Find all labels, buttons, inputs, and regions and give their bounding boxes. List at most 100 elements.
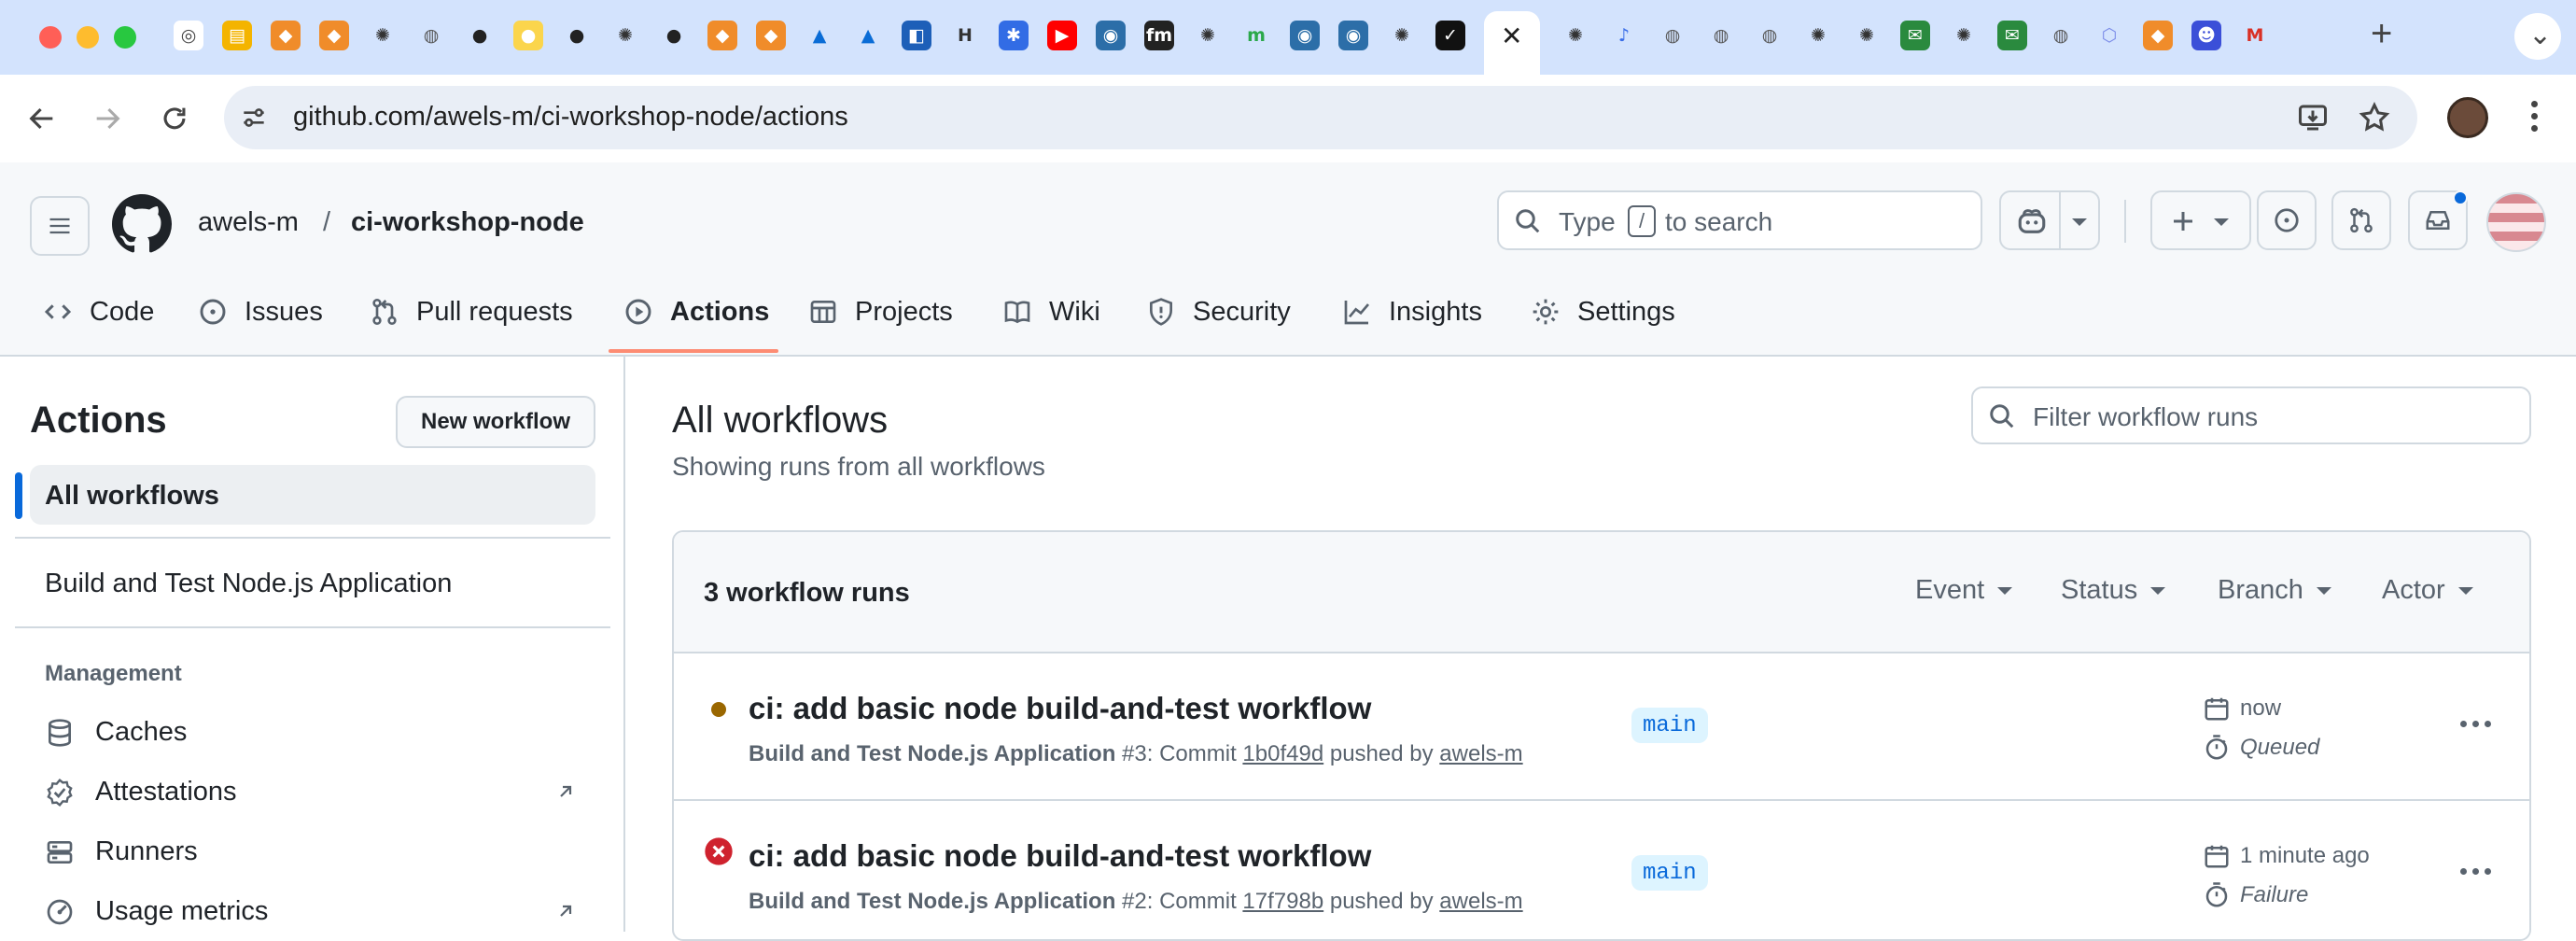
tab-favicon-box-icon[interactable]: ◆ (319, 21, 349, 50)
repo-owner-link[interactable]: awels-m (198, 207, 299, 238)
tab-wiki[interactable]: Wiki (1002, 284, 1100, 340)
tab-pull-requests[interactable]: Pull requests (370, 284, 573, 340)
tab-issues[interactable]: Issues (198, 284, 323, 340)
sidebar-item-all-workflows[interactable]: All workflows (30, 465, 595, 525)
actor-link[interactable]: awels-m (1439, 889, 1522, 914)
tab-favicon-azure-icon[interactable]: ▲ (853, 21, 883, 50)
tab-favicon-chrome-icon[interactable]: ◎ (174, 21, 203, 50)
run-title-link[interactable]: ci: add basic node build-and-test workfl… (749, 838, 1371, 874)
commit-link[interactable]: 1b0f49d (1242, 741, 1323, 766)
tab-close-icon[interactable]: ✕ (1501, 21, 1522, 51)
sidebar-item-workflow[interactable]: Build and Test Node.js Application (45, 569, 452, 599)
github-logo-icon[interactable] (112, 194, 172, 254)
reload-icon[interactable] (159, 103, 190, 134)
chevron-down-icon[interactable] (2072, 218, 2087, 226)
search-input[interactable]: Type / to search (1497, 190, 1982, 250)
tab-favicon-globe-icon[interactable]: ◍ (1755, 21, 1785, 50)
branch-badge[interactable]: main (1631, 708, 1708, 743)
tab-settings[interactable]: Settings (1531, 284, 1675, 340)
tab-favicon-vscode-icon[interactable]: ◧ (902, 21, 931, 50)
inbox-button[interactable] (2408, 190, 2468, 250)
close-window-button[interactable] (39, 26, 62, 49)
tab-favicon-gmail-icon[interactable]: M (2240, 21, 2270, 50)
tab-favicon-sheets-icon[interactable]: ▤ (222, 21, 252, 50)
tab-favicon-openai-icon[interactable]: ✺ (368, 21, 398, 50)
tab-favicon-globe-icon[interactable]: ◍ (1706, 21, 1736, 50)
commit-link[interactable]: 17f798b (1242, 889, 1323, 914)
filter-event-dropdown[interactable]: Event (1915, 575, 2013, 606)
tab-favicon-dot-app-icon[interactable]: ♪ (1609, 21, 1639, 50)
new-workflow-button[interactable]: New workflow (396, 396, 595, 448)
branch-badge[interactable]: main (1631, 855, 1708, 891)
copilot-button[interactable] (1999, 190, 2100, 250)
pull-requests-button[interactable] (2331, 190, 2391, 250)
tab-favicon-box-icon[interactable]: ◆ (707, 21, 737, 50)
tab-favicon-youtube-icon[interactable]: ▶ (1047, 21, 1077, 50)
sidebar-item-caches[interactable]: Caches (45, 717, 187, 748)
sidebar-item-attestations[interactable]: Attestations (45, 777, 237, 808)
tab-search-button[interactable]: ⌄ (2514, 13, 2561, 60)
run-options-kebab-icon[interactable] (2460, 868, 2491, 875)
tab-favicon-github-icon[interactable]: ● (562, 21, 592, 50)
run-title-link[interactable]: ci: add basic node build-and-test workfl… (749, 691, 1371, 726)
forward-icon[interactable] (91, 103, 123, 134)
tab-favicon-box-icon[interactable]: ◆ (2143, 21, 2173, 50)
tab-favicon-kubernetes-icon[interactable]: ✱ (999, 21, 1029, 50)
actor-link[interactable]: awels-m (1439, 741, 1522, 766)
tab-favicon-fm-icon[interactable]: fm (1144, 21, 1174, 50)
new-tab-button[interactable]: + (2371, 13, 2392, 55)
tab-favicon-openai-icon[interactable]: ✺ (1949, 21, 1979, 50)
tab-favicon-mail-sheet-icon[interactable]: ✉ (1997, 21, 2027, 50)
tab-security[interactable]: Security (1146, 284, 1291, 340)
tab-projects[interactable]: Projects (808, 284, 953, 340)
filter-actor-dropdown[interactable]: Actor (2382, 575, 2473, 606)
tab-favicon-bulb-icon[interactable]: ● (513, 21, 543, 50)
tab-favicon-openai-icon[interactable]: ✺ (1803, 21, 1833, 50)
maximize-window-button[interactable] (114, 26, 136, 49)
issues-button[interactable] (2257, 190, 2317, 250)
tab-favicon-openai-icon[interactable]: ✺ (1193, 21, 1223, 50)
tab-favicon-openai-icon[interactable]: ✺ (1561, 21, 1590, 50)
bookmark-star-icon[interactable] (2358, 101, 2391, 134)
profile-avatar[interactable] (2447, 97, 2488, 138)
browser-menu-icon[interactable] (2531, 101, 2538, 132)
tab-code[interactable]: Code (43, 284, 154, 340)
sidebar-item-runners[interactable]: Runners (45, 836, 198, 867)
tab-favicon-cube-icon[interactable]: ⬡ (2094, 21, 2124, 50)
create-new-button[interactable] (2150, 190, 2251, 250)
tab-favicon-person-icon[interactable]: ☻ (2191, 21, 2221, 50)
tab-favicon-box-icon[interactable]: ◆ (271, 21, 301, 50)
tab-favicon-openai-icon[interactable]: ✺ (1387, 21, 1417, 50)
user-avatar[interactable] (2486, 192, 2546, 252)
filter-status-dropdown[interactable]: Status (2061, 575, 2166, 606)
tab-favicon-mail-sheet-icon[interactable]: ✉ (1900, 21, 1930, 50)
tab-favicon-azure-icon[interactable]: ▲ (805, 21, 834, 50)
tab-favicon-docker-icon[interactable]: ◉ (1096, 21, 1126, 50)
site-settings-icon[interactable] (239, 103, 269, 133)
filter-workflow-runs-input[interactable]: Filter workflow runs (1971, 386, 2531, 444)
tab-insights[interactable]: Insights (1342, 284, 1482, 340)
tab-favicon-openai-icon[interactable]: ✺ (1852, 21, 1882, 50)
tab-favicon-openai-icon[interactable]: ✺ (610, 21, 640, 50)
back-icon[interactable] (26, 103, 58, 134)
workflow-run-row[interactable]: ci: add basic node build-and-test workfl… (674, 803, 2529, 939)
tab-actions[interactable]: Actions (623, 284, 769, 340)
repo-name-link[interactable]: ci-workshop-node (351, 207, 584, 238)
sidebar-item-usage-metrics[interactable]: Usage metrics (45, 896, 268, 927)
tab-favicon-globe-icon[interactable]: ◍ (1658, 21, 1687, 50)
minimize-window-button[interactable] (77, 26, 99, 49)
run-options-kebab-icon[interactable] (2460, 721, 2491, 727)
tab-favicon-box-icon[interactable]: ◆ (756, 21, 786, 50)
tab-favicon-globe-icon[interactable]: ◍ (416, 21, 446, 50)
tab-favicon-github-icon[interactable]: ● (465, 21, 495, 50)
tab-favicon-globe-icon[interactable]: ◍ (2046, 21, 2076, 50)
tab-favicon-docker-icon[interactable]: ◉ (1338, 21, 1368, 50)
tab-favicon-github-icon[interactable]: ● (659, 21, 689, 50)
tab-favicon-claude-icon[interactable]: ✓ (1435, 21, 1465, 50)
tab-favicon-docker-icon[interactable]: ◉ (1290, 21, 1320, 50)
install-app-icon[interactable] (2296, 101, 2330, 134)
tab-favicon-slack-like-icon[interactable]: H (950, 21, 980, 50)
workflow-run-row[interactable]: ci: add basic node build-and-test workfl… (674, 655, 2529, 801)
hamburger-menu-button[interactable] (30, 196, 90, 256)
filter-branch-dropdown[interactable]: Branch (2218, 575, 2331, 606)
